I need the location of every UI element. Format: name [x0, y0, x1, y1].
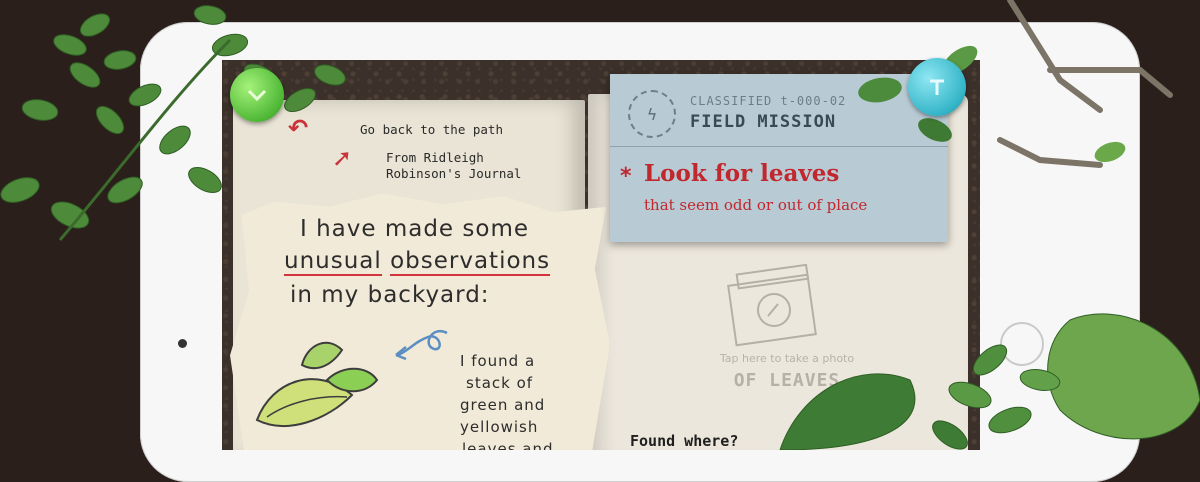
- chevron-down-icon: [247, 89, 267, 102]
- entry-line-1: I have made some: [300, 216, 530, 242]
- found-line-5: leaves and: [462, 440, 554, 450]
- app-screen: ↶ Go back to the path ➚ From Ridleigh Ro…: [222, 60, 980, 450]
- found-line-1: I found a: [460, 352, 536, 370]
- mission-sub-text: that seem odd or out of place: [644, 196, 868, 214]
- camera-icon[interactable]: [722, 260, 832, 350]
- t-shape-icon: [930, 79, 944, 95]
- teal-map-button[interactable]: [908, 58, 966, 116]
- curly-arrow-icon: [395, 329, 448, 361]
- camera-lens-icon: [178, 339, 187, 348]
- mission-divider: [610, 146, 948, 147]
- back-arrow-icon[interactable]: ↶: [288, 114, 308, 142]
- found-line-4: yellowish: [460, 418, 539, 436]
- word-observations: observations: [390, 248, 551, 276]
- entry-line-2: unusual observations: [284, 248, 551, 276]
- journal-source-line-2[interactable]: Robinson's Journal: [386, 166, 521, 181]
- word-unusual: unusual: [284, 248, 382, 276]
- mission-star: *: [620, 164, 632, 189]
- stamp-icon: ϟ: [628, 90, 676, 138]
- field-mission-card: ϟ CLASSIFIED t-000-02 FIELD MISSION * Lo…: [610, 74, 948, 242]
- mission-title: FIELD MISSION: [690, 112, 837, 132]
- leaf-sketch-icon: [255, 341, 379, 427]
- found-line-2: stack of: [466, 374, 534, 392]
- found-where-label: Found where?: [630, 432, 739, 450]
- entry-line-3: in my backyard:: [290, 282, 490, 308]
- green-menu-button[interactable]: [230, 68, 284, 122]
- found-line-3: green and: [460, 396, 546, 414]
- photo-label[interactable]: OF LEAVES: [662, 370, 912, 391]
- mission-main-text: Look for leaves: [644, 160, 840, 187]
- back-to-path-link[interactable]: Go back to the path: [360, 122, 503, 137]
- journal-source-line-1[interactable]: From Ridleigh: [386, 150, 484, 165]
- photo-hint[interactable]: Tap here to take a photo: [662, 352, 912, 365]
- classified-code: CLASSIFIED t-000-02: [690, 94, 847, 108]
- home-button[interactable]: [1000, 322, 1044, 366]
- journal-arrow-icon[interactable]: ➚: [332, 144, 352, 172]
